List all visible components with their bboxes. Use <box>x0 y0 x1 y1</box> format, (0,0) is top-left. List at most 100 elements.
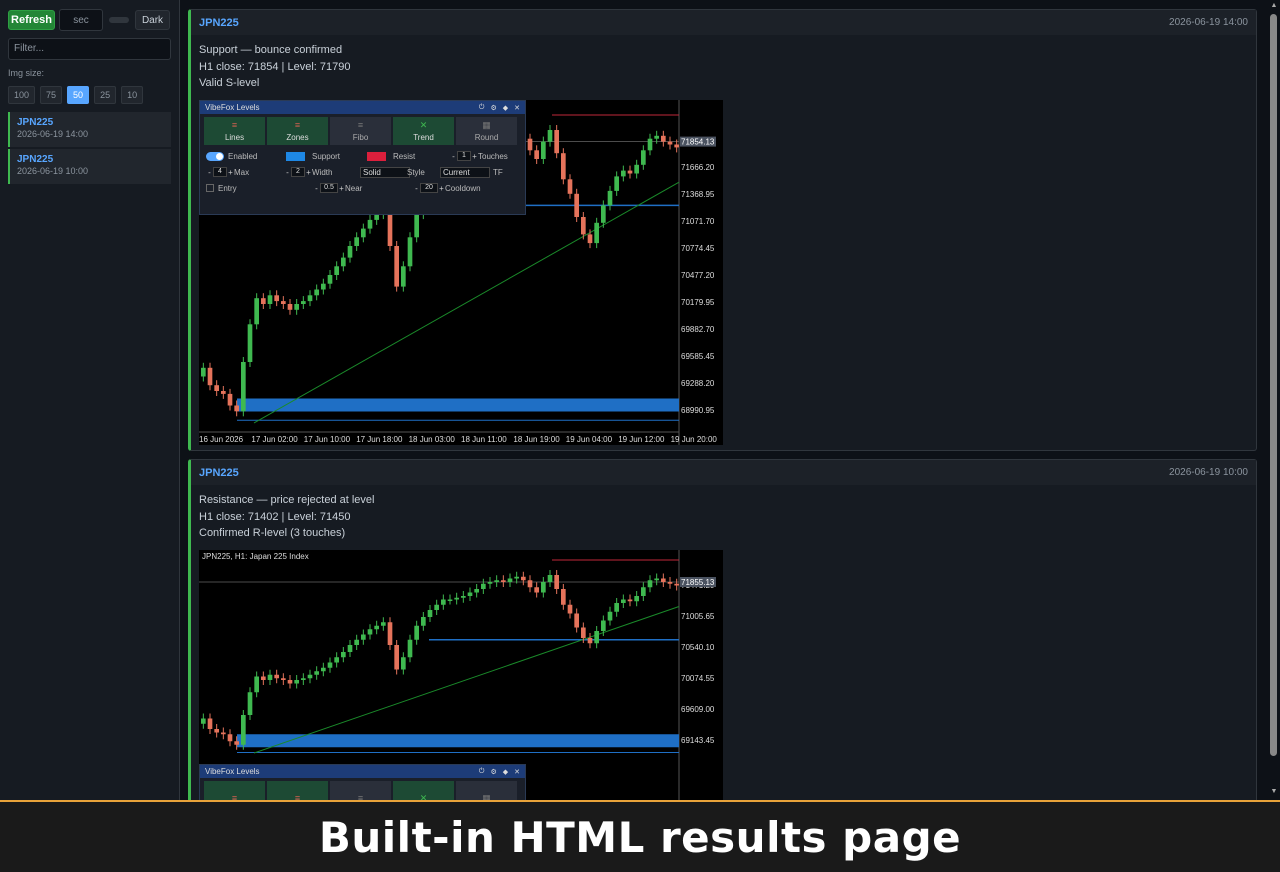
tab-zones[interactable]: ≡ Zones <box>267 117 328 145</box>
candle <box>534 150 539 159</box>
width-input[interactable]: 2 <box>291 167 305 177</box>
power-icon[interactable]: ⏻ <box>479 104 485 112</box>
candle <box>614 603 619 612</box>
tab-fibo[interactable]: ≡ Fibo <box>330 117 391 145</box>
y-axis-tick: 70774.45 <box>681 244 715 253</box>
candle <box>367 219 373 229</box>
touches-input[interactable]: 1 <box>457 151 471 161</box>
candle <box>601 205 606 223</box>
resist-color-swatch[interactable] <box>367 151 386 161</box>
candle <box>287 680 293 684</box>
y-axis-tick: 71071.70 <box>681 217 715 226</box>
width-plus[interactable]: + <box>305 168 312 177</box>
candle <box>361 228 366 238</box>
candle <box>661 578 666 582</box>
tab-zones[interactable]: ≡ <box>267 781 328 800</box>
tab-round[interactable]: ▦ Round <box>456 117 517 145</box>
settings-icon[interactable]: ⚙ <box>490 104 496 112</box>
candle <box>634 596 639 602</box>
img-size-button[interactable]: 100 <box>8 86 36 104</box>
candle <box>214 385 219 391</box>
scrollbar-thumb[interactable] <box>1270 14 1277 756</box>
candle <box>541 141 546 159</box>
trend-tab-icon: ✕ <box>419 120 428 130</box>
scroll-up-icon[interactable]: ▲ <box>1270 2 1278 9</box>
candle <box>487 582 493 584</box>
width-minus[interactable]: - <box>284 168 291 177</box>
cooldown-plus[interactable]: + <box>438 184 445 193</box>
touches-minus[interactable]: - <box>450 152 457 161</box>
tab-lines[interactable]: ≡ <box>204 781 265 800</box>
candle <box>394 246 399 287</box>
panel-row-3: Entry -0.5 + Near -20 + Cooldown <box>200 180 525 196</box>
result-list-item[interactable]: JPN225 2026-06-19 10:00 <box>8 149 171 184</box>
tab-round[interactable]: ▦ <box>456 781 517 800</box>
style-select[interactable]: Solid <box>360 166 410 178</box>
price-tag-label: 71854.13 <box>681 138 715 147</box>
chart-screenshot[interactable]: 71471.2071005.6570540.1070074.5569609.00… <box>199 550 723 800</box>
tf-select[interactable]: Current <box>440 166 490 178</box>
filter-input[interactable]: Filter... <box>8 38 171 60</box>
result-card: JPN225 2026-06-19 14:00 Support — bounce… <box>188 9 1257 451</box>
zones-tab-icon: ≡ <box>294 120 301 130</box>
candle <box>634 164 639 174</box>
candle <box>527 138 533 151</box>
scroll-down-icon[interactable]: ▼ <box>1270 788 1278 795</box>
message-line: Confirmed R-level (3 touches) <box>199 527 346 539</box>
tab-trend[interactable]: ✕ Trend <box>393 117 454 145</box>
candle <box>227 393 233 406</box>
dark-mode-button[interactable]: Dark <box>135 10 170 30</box>
candle <box>361 634 366 640</box>
chart-screenshot[interactable]: 71963.4571666.2071368.9571071.7070774.45… <box>199 100 723 445</box>
power-icon[interactable]: ⏻ <box>479 768 485 776</box>
pin-icon[interactable]: ◆ <box>503 768 508 776</box>
candle <box>654 135 659 139</box>
candle <box>294 304 299 310</box>
x-axis-tick: 18 Jun 19:00 <box>513 435 560 444</box>
candle <box>334 657 339 663</box>
seconds-input[interactable]: sec <box>59 9 103 31</box>
support-label: Support <box>312 151 341 161</box>
close-icon[interactable]: ✕ <box>514 768 520 776</box>
candle <box>247 324 253 362</box>
img-size-button[interactable]: 25 <box>94 86 117 104</box>
candle <box>241 715 246 745</box>
cooldown-input[interactable]: 20 <box>420 183 438 193</box>
close-icon[interactable]: ✕ <box>514 104 520 112</box>
refresh-button[interactable]: Refresh <box>8 10 55 30</box>
img-size-button[interactable]: 50 <box>67 86 90 104</box>
auto-refresh-toggle[interactable] <box>109 17 129 23</box>
cooldown-minus[interactable]: - <box>413 184 420 193</box>
result-list-item[interactable]: JPN225 2026-06-19 14:00 <box>8 112 171 147</box>
near-minus[interactable]: - <box>313 184 320 193</box>
card-symbol[interactable]: JPN225 <box>199 17 239 29</box>
list-item-symbol: JPN225 <box>17 117 54 128</box>
tab-trend[interactable]: ✕ <box>393 781 454 800</box>
settings-icon[interactable]: ⚙ <box>490 768 496 776</box>
img-size-button[interactable]: 75 <box>40 86 63 104</box>
candle <box>594 222 599 244</box>
img-size-button[interactable]: 10 <box>121 86 144 104</box>
candle <box>327 662 333 668</box>
candle <box>347 645 353 652</box>
vibefox-panel: VibeFox Levels ⏻ ⚙ ◆ ✕ ≡ ≡ ≡ ✕ ▦ <box>199 764 526 800</box>
support-color-swatch[interactable] <box>286 151 305 161</box>
max-input[interactable]: 4 <box>213 167 227 177</box>
list-item-symbol: JPN225 <box>17 154 54 165</box>
page-scrollbar[interactable]: ▲ ▼ <box>1268 0 1280 800</box>
width-label: Width <box>312 167 333 177</box>
max-plus[interactable]: + <box>227 168 234 177</box>
enabled-label: Enabled <box>228 151 258 161</box>
touches-plus[interactable]: + <box>471 152 478 161</box>
near-input[interactable]: 0.5 <box>320 183 338 193</box>
candle <box>621 599 626 603</box>
tab-fibo[interactable]: ≡ <box>330 781 391 800</box>
pin-icon[interactable]: ◆ <box>503 104 508 112</box>
max-minus[interactable]: - <box>206 168 213 177</box>
near-plus[interactable]: + <box>338 184 345 193</box>
list-item-time: 2026-06-19 10:00 <box>17 166 89 176</box>
enabled-toggle[interactable] <box>206 151 224 161</box>
card-symbol[interactable]: JPN225 <box>199 467 239 479</box>
entry-checkbox[interactable] <box>206 184 214 192</box>
tab-lines[interactable]: ≡ Lines <box>204 117 265 145</box>
